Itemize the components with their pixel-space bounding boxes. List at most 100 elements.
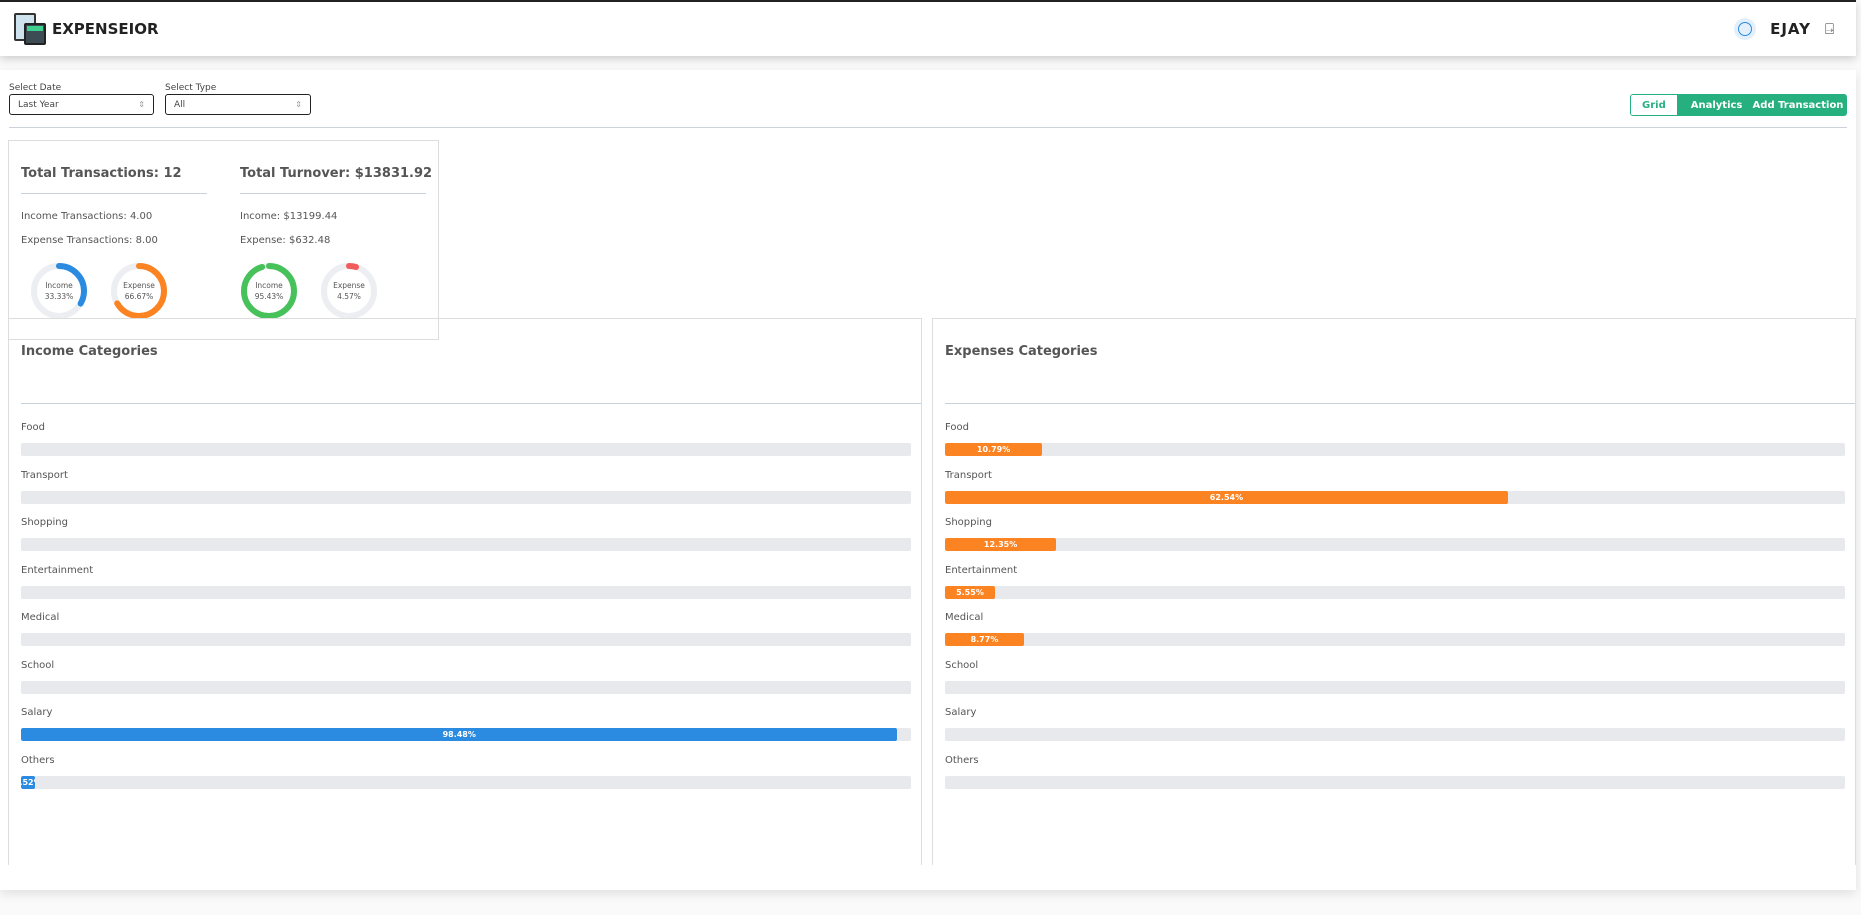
select-date-dropdown[interactable]: Last Year ⇕	[9, 94, 154, 115]
progress-track: 12.35%	[945, 538, 1845, 551]
expense-amount: Expense: $632.48	[240, 235, 331, 246]
donut-percent: 33.33%	[44, 292, 74, 301]
category-row-shopping: Shopping 12.35%	[945, 517, 1845, 557]
total-transactions: Total Transactions: 12	[21, 166, 182, 181]
progress-track	[945, 728, 1845, 741]
category-label: Entertainment	[21, 564, 94, 576]
donut-chart-expense: Expense 4.57%	[319, 261, 379, 321]
progress-track: 5.55%	[945, 585, 1845, 599]
calculator-logo-icon	[12, 13, 48, 45]
progress-fill: 12.35%	[945, 538, 1057, 551]
category-label: Salary	[945, 707, 977, 718]
category-row-shopping: Shopping	[21, 517, 911, 557]
category-row-salary: Salary 98.48%	[21, 707, 911, 747]
donut-label: Income	[255, 281, 283, 290]
analytics-view-button[interactable]: Analytics	[1676, 95, 1757, 115]
progress-track	[21, 538, 911, 551]
category-row-transport: Transport	[21, 470, 911, 510]
grid-view-button[interactable]: Grid	[1631, 95, 1677, 115]
progress-track: 98.48%	[21, 728, 911, 741]
chevron-updown-icon: ⇕	[295, 100, 302, 109]
income-amount: Income: $13199.44	[240, 211, 338, 222]
category-row-medical: Medical	[21, 612, 911, 652]
category-row-others: Others 1.52%	[21, 755, 911, 795]
select-type-label: Select Type	[165, 83, 217, 93]
progress-track	[945, 680, 1845, 694]
progress-fill: 98.48%	[21, 728, 898, 741]
progress-track	[21, 490, 911, 504]
summary-stats: Total Transactions: 12 Income Transactio…	[8, 140, 439, 340]
chevron-updown-icon: ⇕	[138, 100, 145, 109]
username: EJAY	[1770, 20, 1811, 38]
top-navbar: EXPENSEIOR EJAY ⍈	[0, 0, 1856, 56]
category-label: Transport	[945, 469, 992, 481]
divider	[21, 193, 207, 194]
category-row-school: School	[21, 660, 911, 700]
category-label: Food	[945, 422, 969, 433]
progress-track: 1.52%	[21, 775, 911, 789]
donut-chart-income: Income 95.43%	[239, 261, 299, 321]
category-label: Entertainment	[945, 564, 1018, 576]
dashboard-card: Select Date Last Year ⇕ Select Type All ⇕ …	[0, 70, 1856, 890]
donut-percent: 4.57%	[337, 292, 361, 301]
category-label: Shopping	[945, 517, 992, 528]
category-label: School	[21, 659, 55, 671]
progress-track: 10.79%	[945, 443, 1845, 456]
user-menu: EJAY ⍈	[1734, 18, 1834, 40]
divider	[9, 127, 1847, 128]
logout-icon[interactable]: ⍈	[1825, 20, 1834, 38]
donut-label: Expense	[333, 281, 365, 290]
select-type-value: All	[174, 99, 186, 110]
expense-categories-panel: Expenses Categories Food 10.79% Transport 6…	[932, 318, 1856, 865]
user-avatar-icon[interactable]	[1734, 18, 1757, 40]
progress-fill: 10.79%	[945, 443, 1043, 456]
progress-fill: 1.52%	[21, 775, 35, 789]
donut-percent: 66.67%	[124, 292, 154, 301]
progress-track: 62.54%	[945, 490, 1845, 504]
income-categories-panel: Income Categories Food Transport Shopping E…	[8, 318, 922, 865]
donut-chart-expense: Expense 66.67%	[109, 261, 169, 321]
category-label: Others	[21, 754, 55, 766]
panel-title: Income Categories	[21, 344, 158, 359]
add-transaction-button[interactable]: Add Transaction	[1749, 94, 1847, 116]
progress-track	[945, 775, 1845, 789]
select-date-label: Select Date	[9, 83, 62, 93]
view-toggle: Grid Analytics	[1630, 94, 1758, 116]
donut-percent: 95.43%	[254, 292, 284, 301]
progress-track	[21, 633, 911, 646]
category-label: Others	[945, 754, 979, 766]
brand-name: EXPENSEIOR	[52, 20, 159, 38]
category-label: School	[945, 659, 979, 671]
category-row-entertainment: Entertainment 5.55%	[945, 565, 1845, 605]
category-row-school: School	[945, 660, 1845, 700]
category-row-others: Others	[945, 755, 1845, 795]
divider	[21, 403, 921, 404]
category-row-salary: Salary	[945, 707, 1845, 747]
category-label: Shopping	[21, 517, 68, 528]
category-row-medical: Medical 8.77%	[945, 612, 1845, 652]
category-row-food: Food	[21, 422, 911, 462]
divider	[945, 403, 1855, 404]
progress-fill: 8.77%	[945, 633, 1024, 646]
progress-track	[21, 443, 911, 456]
category-label: Food	[21, 422, 45, 433]
panel-title: Expenses Categories	[945, 344, 1098, 359]
divider	[240, 193, 426, 194]
progress-track: 8.77%	[945, 633, 1845, 646]
category-row-transport: Transport 62.54%	[945, 470, 1845, 510]
category-row-entertainment: Entertainment	[21, 565, 911, 605]
progress-track	[21, 680, 911, 694]
donut-chart-income: Income 33.33%	[29, 261, 89, 321]
progress-fill: 5.55%	[945, 585, 995, 599]
select-date-value: Last Year	[18, 99, 59, 110]
category-label: Medical	[945, 612, 984, 623]
donut-label: Expense	[123, 281, 155, 290]
logo[interactable]: EXPENSEIOR	[12, 13, 159, 45]
expense-transactions: Expense Transactions: 8.00	[21, 235, 158, 246]
income-transactions: Income Transactions: 4.00	[21, 211, 153, 222]
progress-track	[21, 585, 911, 599]
category-label: Salary	[21, 707, 53, 718]
category-label: Transport	[21, 469, 68, 481]
category-row-food: Food 10.79%	[945, 422, 1845, 462]
select-type-dropdown[interactable]: All ⇕	[165, 94, 311, 115]
